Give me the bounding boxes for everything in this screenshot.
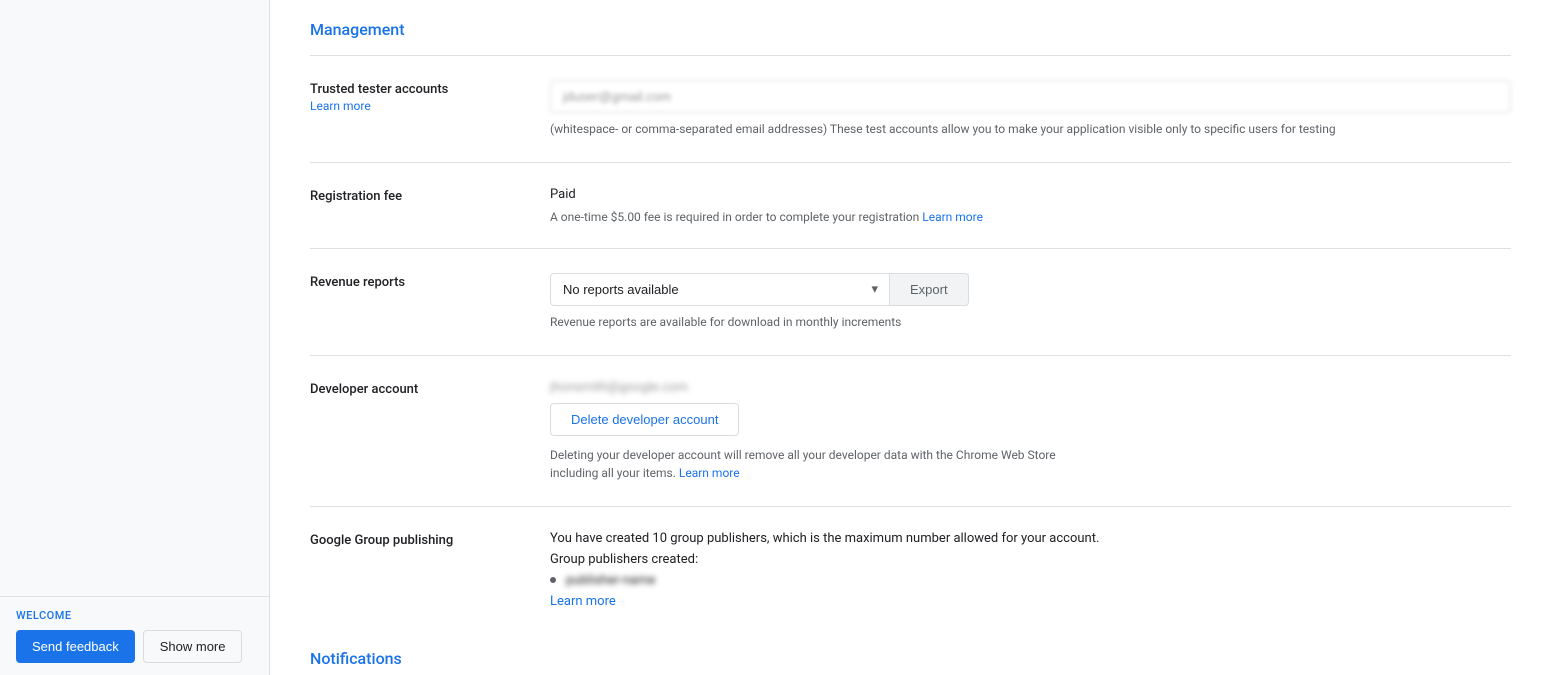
notifications-section-link[interactable]: Notifications bbox=[310, 633, 1511, 668]
sidebar-bottom-panel: WELCOME Send feedback Show more bbox=[0, 596, 269, 675]
sidebar-welcome-label: WELCOME bbox=[16, 609, 253, 622]
trusted-tester-row: Trusted tester accounts Learn more (whit… bbox=[310, 55, 1511, 162]
export-button[interactable]: Export bbox=[890, 273, 969, 306]
developer-email: jhonsmith@google.com bbox=[550, 380, 688, 395]
trusted-tester-hint: (whitespace- or comma-separated email ad… bbox=[550, 121, 1511, 138]
revenue-select-wrapper: No reports available ▾ bbox=[550, 273, 890, 306]
google-group-publishing-row: Google Group publishing You have created… bbox=[310, 506, 1511, 633]
registration-fee-hint: A one-time $5.00 fee is required in orde… bbox=[550, 210, 1511, 224]
revenue-reports-label: Revenue reports bbox=[310, 273, 550, 331]
registration-paid-status: Paid bbox=[550, 187, 1511, 202]
show-more-button[interactable]: Show more bbox=[143, 630, 243, 663]
google-group-description: You have created 10 group publishers, wh… bbox=[550, 531, 1511, 546]
bullet-icon bbox=[550, 577, 556, 583]
trusted-tester-input[interactable] bbox=[550, 80, 1511, 113]
developer-account-content: jhonsmith@google.com Delete developer ac… bbox=[550, 380, 1511, 482]
delete-account-hint: Deleting your developer account will rem… bbox=[550, 446, 1070, 482]
revenue-reports-content: No reports available ▾ Export Revenue re… bbox=[550, 273, 1511, 331]
registration-fee-content: Paid A one-time $5.00 fee is required in… bbox=[550, 187, 1511, 224]
registration-fee-label: Registration fee bbox=[310, 187, 550, 224]
sidebar-buttons: Send feedback Show more bbox=[16, 630, 253, 663]
revenue-reports-select[interactable]: No reports available bbox=[550, 273, 890, 306]
registration-fee-learn-more[interactable]: Learn more bbox=[922, 210, 983, 224]
google-group-publishing-label: Google Group publishing bbox=[310, 531, 550, 609]
sidebar: WELCOME Send feedback Show more bbox=[0, 0, 270, 675]
trusted-tester-label: Trusted tester accounts Learn more bbox=[310, 80, 550, 138]
revenue-reports-row: Revenue reports No reports available ▾ E… bbox=[310, 248, 1511, 355]
google-group-publishing-content: You have created 10 group publishers, wh… bbox=[550, 531, 1511, 609]
page-wrapper: WELCOME Send feedback Show more Manageme… bbox=[0, 0, 1551, 675]
group-publishers-label: Group publishers created: bbox=[550, 552, 1511, 567]
delete-developer-account-button[interactable]: Delete developer account bbox=[550, 403, 739, 436]
management-section-link[interactable]: Management bbox=[310, 0, 1511, 55]
registration-fee-row: Registration fee Paid A one-time $5.00 f… bbox=[310, 162, 1511, 248]
trusted-tester-content: (whitespace- or comma-separated email ad… bbox=[550, 80, 1511, 138]
publisher-name: publisher-name bbox=[566, 573, 655, 588]
send-feedback-button[interactable]: Send feedback bbox=[16, 630, 135, 663]
trusted-tester-learn-more[interactable]: Learn more bbox=[310, 99, 534, 113]
revenue-controls: No reports available ▾ Export bbox=[550, 273, 1511, 306]
delete-account-learn-more[interactable]: Learn more bbox=[679, 466, 740, 480]
google-group-learn-more[interactable]: Learn more bbox=[550, 594, 1511, 609]
developer-account-label: Developer account bbox=[310, 380, 550, 482]
revenue-reports-hint: Revenue reports are available for downlo… bbox=[550, 314, 1511, 331]
developer-account-row: Developer account jhonsmith@google.com D… bbox=[310, 355, 1511, 506]
main-content: Management Trusted tester accounts Learn… bbox=[270, 0, 1551, 675]
publisher-item: publisher-name bbox=[550, 573, 1511, 588]
